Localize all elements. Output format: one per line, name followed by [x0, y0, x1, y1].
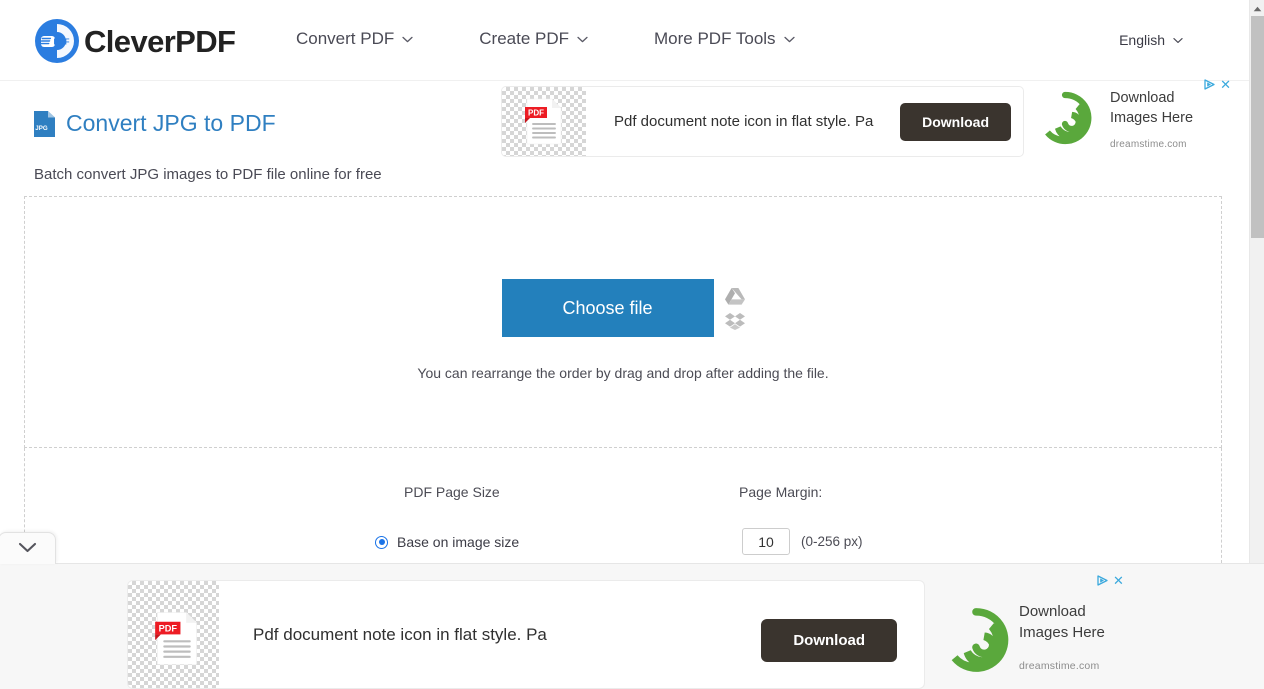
nav-item-more-pdf-tools[interactable]: More PDF Tools: [654, 29, 795, 49]
jpg-file-icon: JPG: [34, 111, 55, 138]
google-drive-icon[interactable]: [724, 287, 745, 305]
bottom-ad-text: Pdf document note icon in flat style. Pa: [253, 624, 547, 644]
page-size-option-base-on-image[interactable]: Base on image size: [375, 534, 519, 550]
nav-item-label: More PDF Tools: [654, 29, 776, 48]
chevron-down-icon: [1173, 37, 1183, 44]
close-icon[interactable]: ✕: [1113, 574, 1124, 587]
pdf-document-icon: PDF: [154, 610, 197, 665]
nav-item-label: Create PDF: [479, 29, 569, 48]
chevron-down-icon: [18, 540, 37, 558]
dropbox-icon[interactable]: [724, 312, 745, 330]
adchoices-icon[interactable]: [1204, 79, 1217, 90]
bottom-ad-choices: ✕: [1097, 574, 1124, 587]
chevron-down-icon: [402, 36, 413, 43]
cloud-source-icons: [724, 287, 745, 330]
bottom-ad-sponsor-line2: Images Here: [1019, 624, 1105, 642]
bottom-ad-sponsor-text: Download Images Here: [1019, 601, 1139, 644]
upload-hint-text: You can rearrange the order by drag and …: [417, 365, 829, 381]
page-title: Convert JPG to PDF: [66, 110, 276, 137]
bottom-ad-bar: PDF Pdf document note icon in flat style…: [0, 532, 1264, 689]
close-icon[interactable]: ✕: [1220, 78, 1231, 91]
pdf-page-size-label: PDF Page Size: [404, 484, 500, 500]
bottom-ad-sponsor[interactable]: Download Images Here dreamstime.com ✕: [935, 574, 1135, 684]
radio-button[interactable]: [375, 535, 388, 549]
page-root: PDF CleverPDF Convert PDF Create PDF Mor…: [0, 0, 1264, 689]
top-ad-sponsor[interactable]: Download Images Here dreamstime.com ✕: [1030, 78, 1234, 158]
page-scrollbar[interactable]: [1249, 0, 1264, 563]
scroll-up-arrow-icon[interactable]: [1250, 2, 1264, 16]
nav-item-convert-pdf[interactable]: Convert PDF: [296, 29, 413, 49]
language-label: English: [1119, 32, 1165, 48]
top-ad-text: Pdf document note icon in flat style. Pa: [614, 113, 874, 130]
adchoices-icon[interactable]: [1097, 575, 1110, 586]
nav-item-label: Convert PDF: [296, 29, 395, 48]
site-header: PDF CleverPDF Convert PDF Create PDF Mor…: [0, 0, 1249, 81]
choose-file-row: Choose file: [25, 279, 1221, 337]
site-logo[interactable]: PDF CleverPDF: [34, 18, 236, 64]
top-ad-sponsor-text: Download Images Here: [1110, 88, 1220, 128]
options-panel: PDF Page Size Page Margin: Base on image…: [24, 448, 1222, 563]
svg-text:PDF: PDF: [158, 623, 177, 633]
bottom-ad-sponsor-domain: dreamstime.com: [1019, 660, 1100, 672]
ad-collapse-toggle[interactable]: [0, 532, 56, 564]
main-nav: Convert PDF Create PDF More PDF Tools: [296, 29, 861, 49]
bottom-ad-download-button[interactable]: Download: [761, 619, 897, 662]
svg-text:PDF: PDF: [528, 108, 544, 117]
svg-text:PDF: PDF: [54, 38, 70, 47]
top-ad-sponsor-line1: Download: [1110, 90, 1175, 106]
chevron-down-icon: [783, 36, 795, 43]
cleverpdf-logo-icon: PDF: [34, 18, 80, 64]
scrollbar-thumb[interactable]: [1251, 16, 1264, 238]
svg-text:JPG: JPG: [35, 125, 48, 132]
top-ad-choices: ✕: [1204, 78, 1231, 91]
bottom-ad-sponsor-line1: Download: [1019, 603, 1086, 620]
top-ad-banner[interactable]: PDF Pdf document note icon in flat style…: [501, 86, 1024, 157]
page-margin-input[interactable]: [742, 528, 790, 555]
page-margin-label: Page Margin:: [739, 484, 823, 500]
dreamstime-logo-icon: [943, 607, 1009, 673]
top-ad-thumbnail: PDF: [502, 87, 586, 156]
choose-file-button[interactable]: Choose file: [501, 279, 714, 337]
top-ad-sponsor-domain: dreamstime.com: [1110, 139, 1187, 150]
page-margin-hint: (0-256 px): [801, 534, 863, 549]
upload-dropzone[interactable]: Choose file You can rearrange the order …: [24, 196, 1222, 448]
top-ad-download-button[interactable]: Download: [900, 102, 1011, 141]
language-selector[interactable]: English: [1119, 32, 1183, 48]
pdf-document-icon: PDF: [524, 97, 564, 147]
top-ad-card[interactable]: PDF Pdf document note icon in flat style…: [501, 86, 1024, 157]
page-subtitle: Batch convert JPG images to PDF file onl…: [34, 166, 382, 184]
bottom-ad-card[interactable]: PDF Pdf document note icon in flat style…: [127, 580, 925, 689]
nav-item-create-pdf[interactable]: Create PDF: [479, 29, 588, 49]
top-ad-sponsor-line2: Images Here: [1110, 110, 1194, 126]
dreamstime-logo-icon: [1038, 91, 1092, 145]
site-logo-text: CleverPDF: [84, 23, 236, 59]
bottom-ad-thumbnail: PDF: [128, 581, 219, 688]
options-control-row: Base on image size (0-256 px): [25, 528, 1221, 562]
chevron-down-icon: [577, 36, 588, 43]
tool-title-row: JPG Convert JPG to PDF: [34, 96, 382, 152]
radio-label: Base on image size: [397, 534, 520, 550]
tool-header: JPG Convert JPG to PDF Batch convert JPG…: [34, 96, 382, 183]
page-margin-group: (0-256 px): [742, 528, 863, 555]
